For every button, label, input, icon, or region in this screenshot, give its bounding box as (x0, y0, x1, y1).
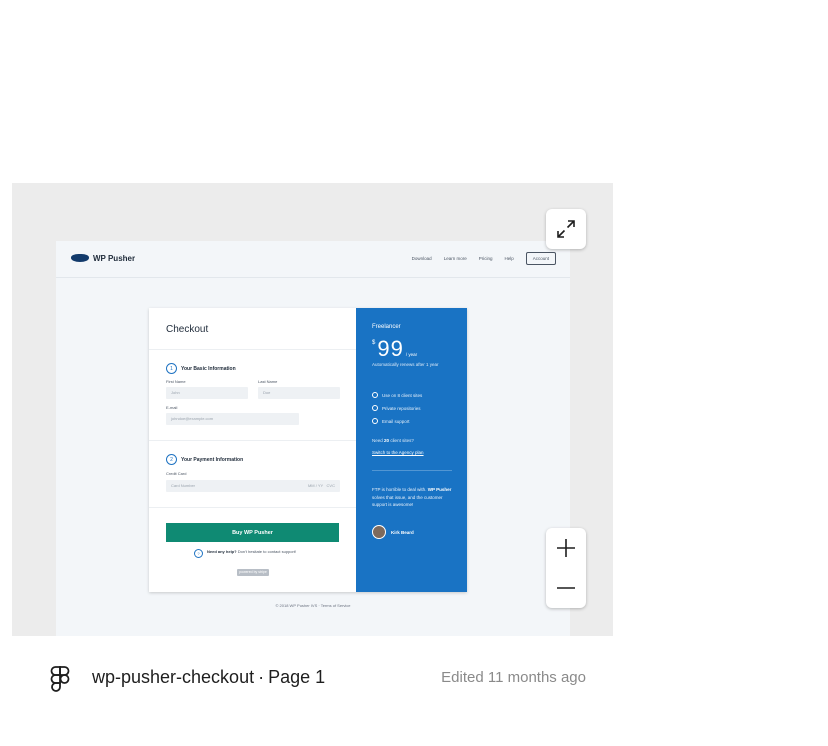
zoom-controls (546, 528, 586, 608)
nav-help: Help (504, 256, 514, 261)
renew-note: Automatically renews after 1 year (372, 362, 439, 367)
edited-timestamp: Edited 11 months ago (441, 669, 586, 686)
last-name-label: Last Name (258, 379, 278, 384)
stripe-badge: powered by stripe (237, 569, 269, 576)
need-suffix: client sites? (390, 438, 414, 443)
step-title: Your Basic Information (181, 365, 236, 372)
zoom-in-button[interactable] (546, 528, 586, 568)
avatar (372, 525, 386, 539)
expand-button[interactable] (546, 209, 586, 249)
plus-icon (557, 539, 575, 557)
divider (149, 440, 356, 441)
checkout-card: Checkout 1 Your Basic Information First … (149, 308, 467, 592)
checkout-form: Checkout 1 Your Basic Information First … (149, 308, 356, 592)
step-number: 2 (166, 454, 177, 465)
file-name: wp-pusher-checkout (92, 667, 255, 687)
cvc-placeholder: CVC (326, 483, 335, 488)
file-title[interactable]: wp-pusher-checkout · Page 1 (92, 667, 325, 688)
need-count: 20 (384, 438, 390, 443)
need-prefix: Need (372, 438, 383, 443)
feature-label: Email support (382, 418, 410, 424)
step-basic-info: 1 Your Basic Information (166, 363, 236, 374)
help-text: Don't hesitate to contact support! (237, 549, 297, 554)
testimonial-author: Kirk Beard (372, 525, 414, 539)
first-name-field: John (166, 387, 248, 399)
help-bold: Need any help? (207, 549, 237, 554)
feature-item: Use on 8 client sites (372, 392, 422, 398)
nav-account: Account (525, 252, 556, 265)
file-preview[interactable]: WP Pusher Download Learn more Pricing He… (12, 183, 613, 636)
site-logo-text: WP Pusher (93, 254, 136, 263)
design-frame: WP Pusher Download Learn more Pricing He… (56, 241, 570, 636)
help-note: ? Need any help? Don't hesitate to conta… (194, 549, 296, 558)
minus-icon (557, 587, 575, 589)
email-label: E-mail (166, 405, 178, 410)
feature-label: Use on 8 client sites (382, 392, 423, 398)
feature-item: Private repositories (372, 405, 421, 411)
quote-post: solves that issue, and the customer supp… (372, 494, 443, 508)
figma-icon (50, 666, 70, 697)
check-circle-icon (372, 405, 378, 411)
last-name-field: Doe (258, 387, 340, 399)
expiry-cvc: MM / YY CVC (308, 480, 335, 492)
quote-bold: WP Pusher (427, 487, 452, 492)
nav-download: Download (411, 256, 432, 261)
nav-pricing: Pricing (478, 256, 493, 261)
site-header: WP Pusher Download Learn more Pricing He… (56, 241, 570, 278)
site-footer: © 2018 WP Pusher IVS · Terms of Service (275, 603, 351, 608)
step-number: 1 (166, 363, 177, 374)
divider (372, 470, 452, 471)
buy-button: Buy WP Pusher (166, 523, 339, 542)
email-field: johndoe@example.com (166, 413, 299, 425)
credit-card-label: Credit Card (166, 471, 187, 476)
quote-pre: FTP is horrible to deal with. (372, 487, 427, 492)
checkout-title: Checkout (166, 324, 209, 335)
price-period: / year (405, 352, 418, 357)
feature-item: Email support (372, 418, 410, 424)
wp-pusher-logo-icon (71, 254, 89, 262)
more-sites-note: Need 20 client sites? (372, 438, 414, 443)
author-name: Kirk Beard (391, 529, 414, 535)
zoom-out-button[interactable] (546, 568, 586, 608)
card-number-placeholder: Card Number (171, 483, 196, 488)
expiry-placeholder: MM / YY (307, 483, 324, 488)
feature-label: Private repositories (382, 405, 421, 411)
check-circle-icon (372, 392, 378, 398)
credit-card-field: Card Number MM / YY CVC (166, 480, 340, 492)
price-amount: 99 (377, 336, 404, 361)
first-name-label: First Name (166, 379, 186, 384)
question-icon: ? (194, 549, 203, 558)
plan-name: Freelancer (372, 324, 401, 330)
plan-price: $ 99 / year (372, 336, 417, 362)
expand-arrows-icon (557, 220, 575, 238)
divider (149, 507, 356, 508)
step-title: Your Payment Information (181, 456, 244, 463)
title-separator: · (258, 667, 265, 687)
divider (149, 349, 356, 350)
plan-panel: Freelancer $ 99 / year Automatically ren… (356, 308, 467, 592)
nav-learn-more: Learn more (443, 256, 467, 261)
switch-plan-link: Switch to the Agency plan (372, 450, 424, 455)
testimonial: FTP is horrible to deal with. WP Pusher … (372, 486, 456, 509)
site-nav: Download Learn more Pricing Help Account (412, 252, 556, 265)
page-name: Page 1 (268, 667, 326, 687)
price-currency: $ (372, 340, 376, 346)
step-payment-info: 2 Your Payment Information (166, 454, 243, 465)
check-circle-icon (372, 418, 378, 424)
